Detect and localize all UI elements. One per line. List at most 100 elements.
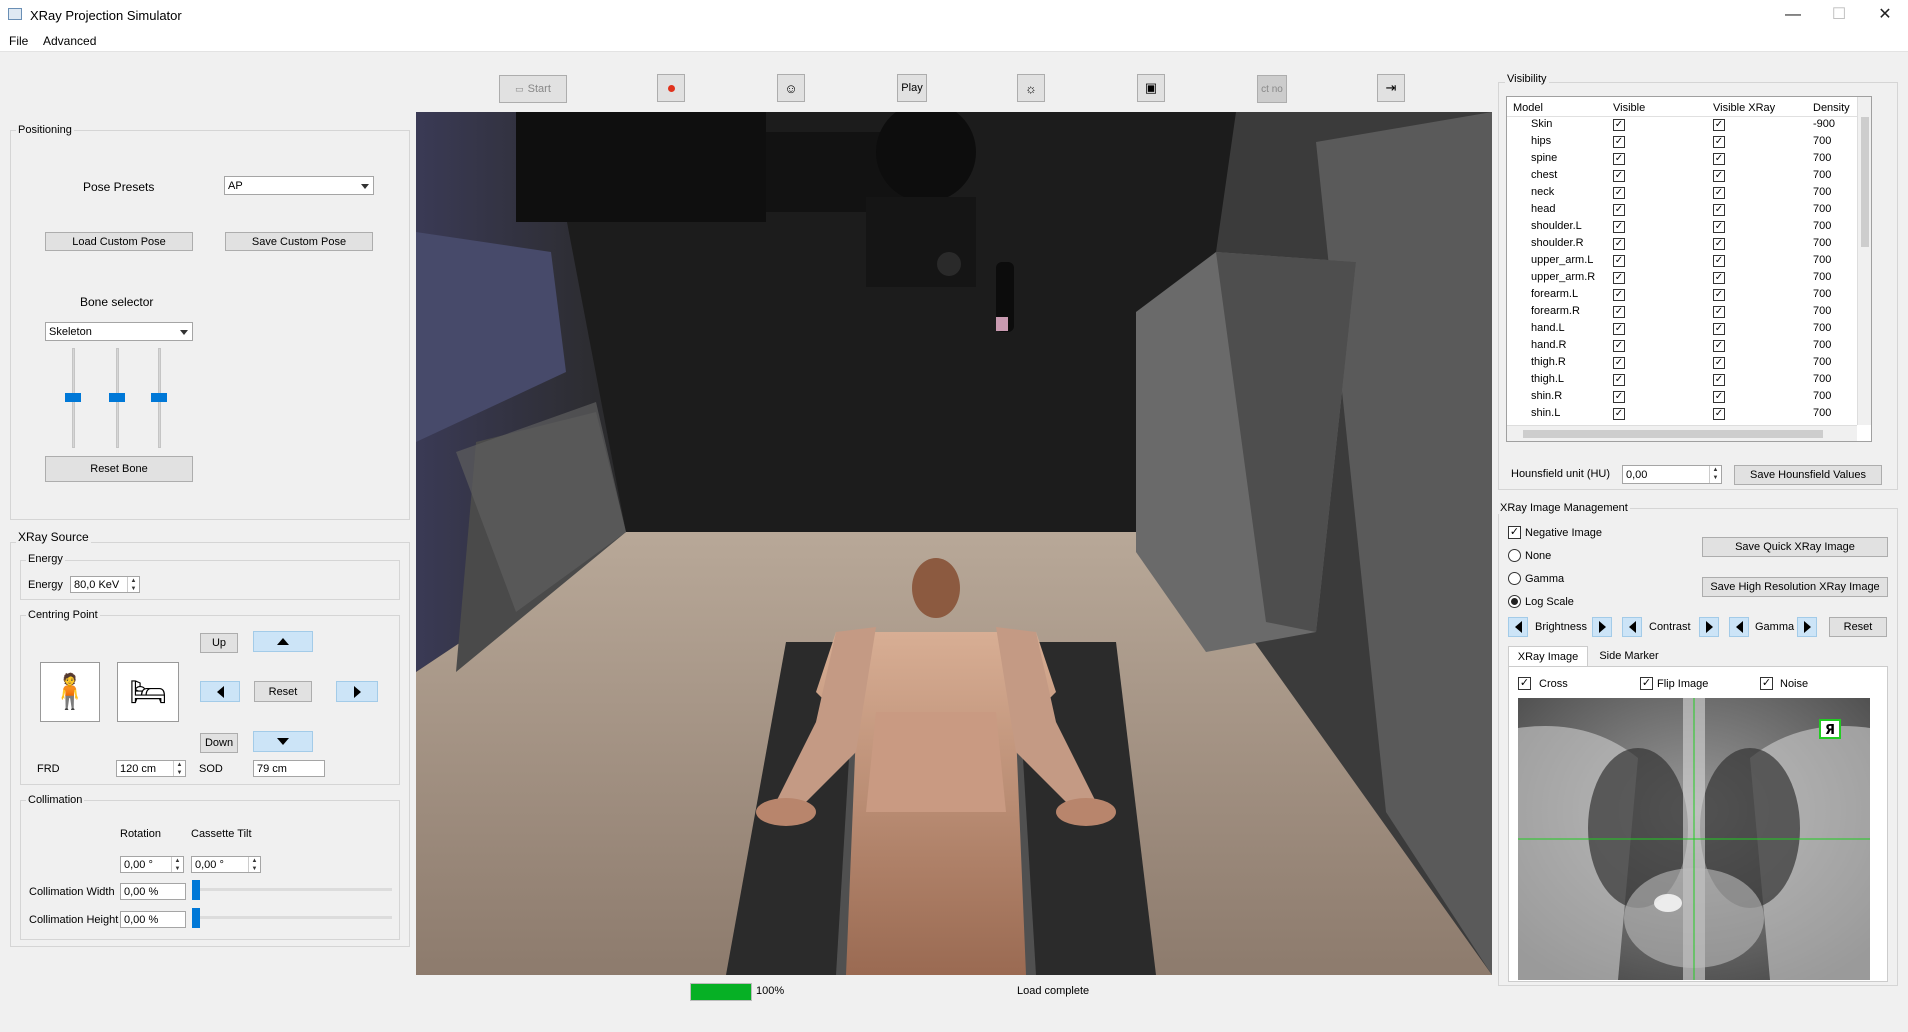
tab-xray-image[interactable]: XRay Image: [1508, 646, 1588, 666]
visible-checkbox[interactable]: ✓: [1613, 272, 1625, 284]
negative-image-checkbox[interactable]: ✓: [1508, 526, 1521, 539]
spin-arrows-icon[interactable]: ▲ ▼: [127, 577, 139, 592]
density-value[interactable]: 700: [1813, 322, 1831, 334]
visible-xray-checkbox[interactable]: ✓: [1713, 221, 1725, 233]
sod-field[interactable]: 79 cm: [253, 760, 325, 777]
down-button[interactable]: Down: [200, 733, 238, 753]
light-button[interactable]: ☼: [1017, 74, 1045, 102]
start-button[interactable]: ▭ Start: [499, 75, 567, 103]
visible-checkbox[interactable]: ✓: [1613, 340, 1625, 352]
exit-button[interactable]: ⇥: [1377, 74, 1405, 102]
visible-xray-checkbox[interactable]: ✓: [1713, 340, 1725, 352]
table-row[interactable]: head ✓ ✓ 700: [1507, 202, 1857, 219]
cassette-tilt-spinbox[interactable]: 0,00 ° ▲ ▼: [191, 856, 261, 873]
frd-spinbox[interactable]: 120 cm ▲ ▼: [116, 760, 186, 777]
move-left-button[interactable]: [200, 681, 240, 702]
rotation-spinbox[interactable]: 0,00 ° ▲ ▼: [120, 856, 184, 873]
menu-advanced[interactable]: Advanced: [43, 34, 96, 48]
table-row[interactable]: forearm.R ✓ ✓ 700: [1507, 304, 1857, 321]
density-value[interactable]: 700: [1813, 305, 1831, 317]
bone-slider-x[interactable]: [65, 348, 81, 448]
visible-checkbox[interactable]: ✓: [1613, 391, 1625, 403]
table-row[interactable]: forearm.L ✓ ✓ 700: [1507, 287, 1857, 304]
table-row[interactable]: hand.R ✓ ✓ 700: [1507, 338, 1857, 355]
density-value[interactable]: 700: [1813, 407, 1831, 419]
head-view-button[interactable]: ☺: [777, 74, 805, 102]
minimize-button[interactable]: —: [1770, 0, 1816, 30]
move-down-button[interactable]: [253, 731, 313, 752]
density-value[interactable]: 700: [1813, 186, 1831, 198]
standing-patient-icon[interactable]: 🧍: [40, 662, 100, 722]
up-button[interactable]: Up: [200, 633, 238, 653]
visible-checkbox[interactable]: ✓: [1613, 374, 1625, 386]
scene-viewport[interactable]: [416, 112, 1492, 975]
visible-checkbox[interactable]: ✓: [1613, 357, 1625, 369]
visible-checkbox[interactable]: ✓: [1613, 119, 1625, 131]
collimation-width-slider[interactable]: [192, 880, 392, 900]
play-button[interactable]: Play: [897, 74, 927, 102]
gamma-decrease-button[interactable]: [1729, 617, 1749, 637]
gamma-radio[interactable]: [1508, 572, 1521, 585]
visible-checkbox[interactable]: ✓: [1613, 170, 1625, 182]
record-button[interactable]: [657, 74, 685, 102]
save-hires-xray-button[interactable]: Save High Resolution XRay Image: [1702, 577, 1888, 597]
tab-side-marker[interactable]: Side Marker: [1590, 646, 1668, 666]
visible-xray-checkbox[interactable]: ✓: [1713, 204, 1725, 216]
table-row[interactable]: shoulder.L ✓ ✓ 700: [1507, 219, 1857, 236]
save-hounsfield-button[interactable]: Save Hounsfield Values: [1734, 465, 1882, 485]
visible-checkbox[interactable]: ✓: [1613, 255, 1625, 267]
noise-checkbox[interactable]: ✓: [1760, 677, 1773, 690]
density-value[interactable]: 700: [1813, 271, 1831, 283]
visible-checkbox[interactable]: ✓: [1613, 136, 1625, 148]
pose-presets-select[interactable]: AP: [224, 176, 374, 195]
visible-checkbox[interactable]: ✓: [1613, 306, 1625, 318]
visible-checkbox[interactable]: ✓: [1613, 204, 1625, 216]
density-value[interactable]: 700: [1813, 373, 1831, 385]
density-value[interactable]: 700: [1813, 254, 1831, 266]
visible-xray-checkbox[interactable]: ✓: [1713, 289, 1725, 301]
visible-checkbox[interactable]: ✓: [1613, 238, 1625, 250]
visible-xray-checkbox[interactable]: ✓: [1713, 374, 1725, 386]
lying-patient-icon[interactable]: 🛏: [117, 662, 179, 722]
bone-selector-select[interactable]: Skeleton: [45, 322, 193, 341]
visible-xray-checkbox[interactable]: ✓: [1713, 323, 1725, 335]
table-row[interactable]: chest ✓ ✓ 700: [1507, 168, 1857, 185]
density-value[interactable]: 700: [1813, 356, 1831, 368]
camera-button[interactable]: ▣: [1137, 74, 1165, 102]
density-value[interactable]: 700: [1813, 288, 1831, 300]
gamma-increase-button[interactable]: [1797, 617, 1817, 637]
save-custom-pose-button[interactable]: Save Custom Pose: [225, 232, 373, 251]
centring-reset-button[interactable]: Reset: [254, 681, 312, 702]
visible-xray-checkbox[interactable]: ✓: [1713, 357, 1725, 369]
table-row[interactable]: Skin ✓ ✓ -900: [1507, 117, 1857, 134]
spin-arrows-icon[interactable]: ▲ ▼: [248, 857, 260, 872]
bone-slider-y[interactable]: [109, 348, 125, 448]
visible-xray-checkbox[interactable]: ✓: [1713, 119, 1725, 131]
table-row[interactable]: thigh.L ✓ ✓ 700: [1507, 372, 1857, 389]
density-value[interactable]: 700: [1813, 390, 1831, 402]
density-value[interactable]: 700: [1813, 339, 1831, 351]
cross-checkbox[interactable]: ✓: [1518, 677, 1531, 690]
table-row[interactable]: hips ✓ ✓ 700: [1507, 134, 1857, 151]
visible-xray-checkbox[interactable]: ✓: [1713, 408, 1725, 420]
collimation-height-slider[interactable]: [192, 908, 392, 928]
contrast-increase-button[interactable]: [1699, 617, 1719, 637]
table-row[interactable]: hand.L ✓ ✓ 700: [1507, 321, 1857, 338]
move-up-button[interactable]: [253, 631, 313, 652]
density-value[interactable]: 700: [1813, 203, 1831, 215]
visible-xray-checkbox[interactable]: ✓: [1713, 306, 1725, 318]
visible-xray-checkbox[interactable]: ✓: [1713, 153, 1725, 165]
density-value[interactable]: -900: [1813, 118, 1835, 130]
vertical-scrollbar[interactable]: [1857, 97, 1871, 425]
load-custom-pose-button[interactable]: Load Custom Pose: [45, 232, 193, 251]
visible-checkbox[interactable]: ✓: [1613, 187, 1625, 199]
horizontal-scrollbar[interactable]: [1507, 425, 1857, 441]
collimation-width-field[interactable]: 0,00 %: [120, 883, 186, 900]
visible-xray-checkbox[interactable]: ✓: [1713, 391, 1725, 403]
density-value[interactable]: 700: [1813, 152, 1831, 164]
table-row[interactable]: thigh.R ✓ ✓ 700: [1507, 355, 1857, 372]
visible-xray-checkbox[interactable]: ✓: [1713, 238, 1725, 250]
density-value[interactable]: 700: [1813, 135, 1831, 147]
bone-slider-z[interactable]: [151, 348, 167, 448]
brightness-increase-button[interactable]: [1592, 617, 1612, 637]
